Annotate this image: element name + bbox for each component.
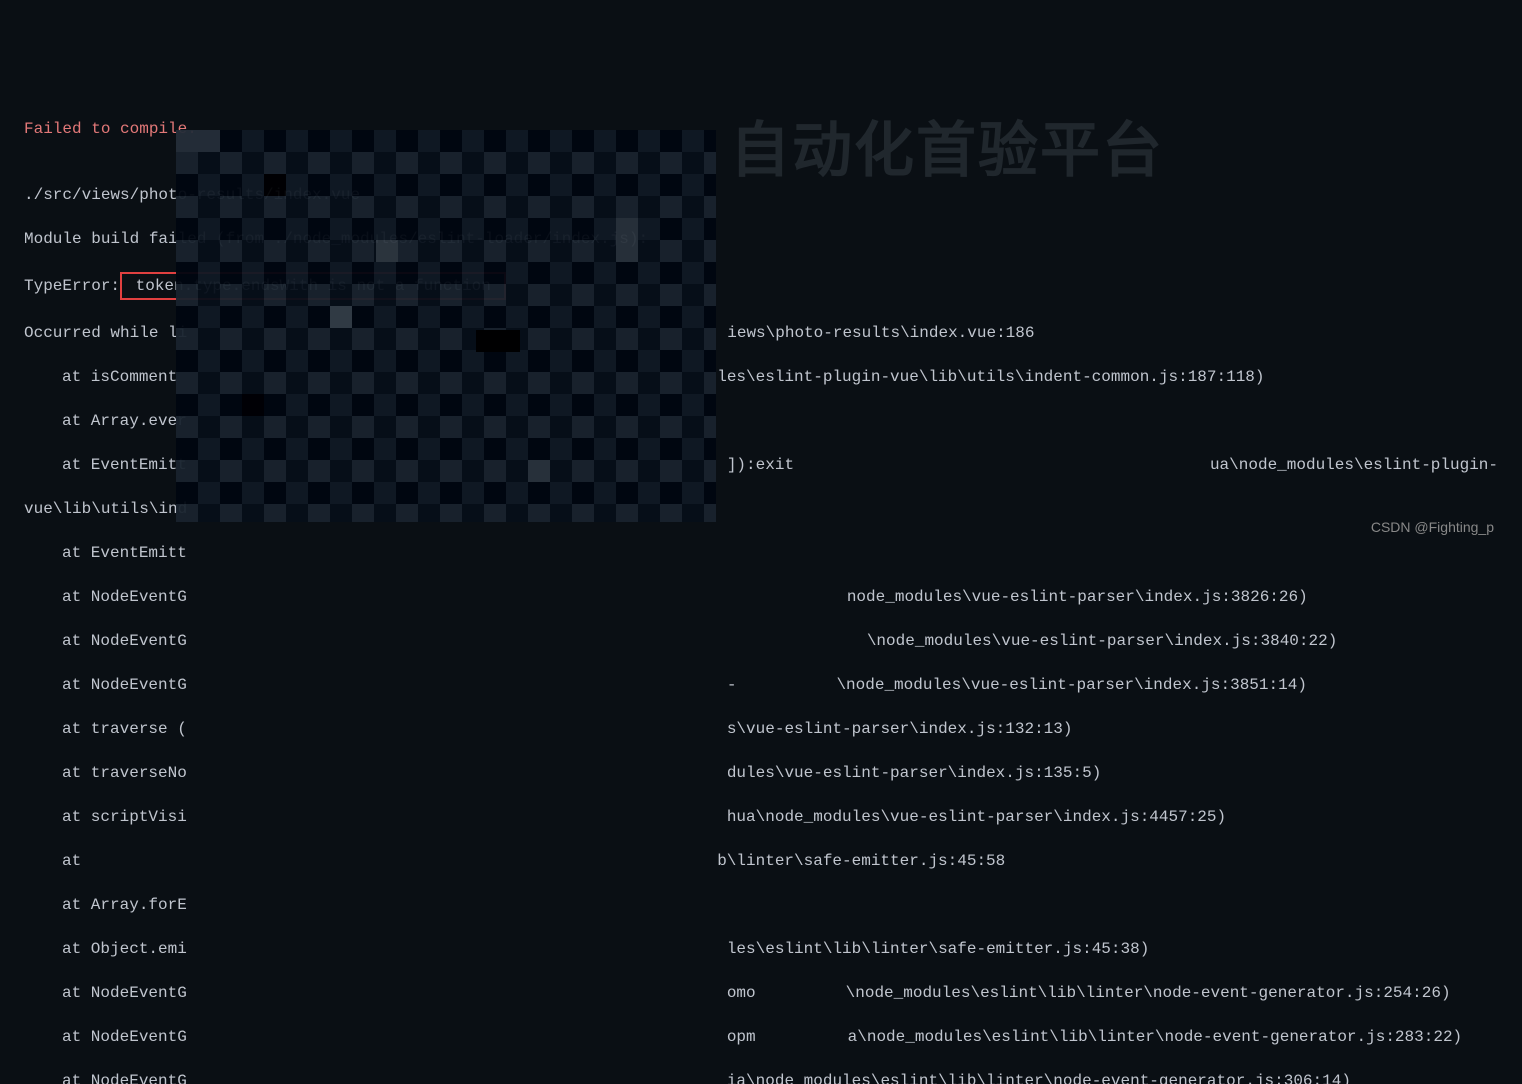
redaction-overlay <box>176 130 716 522</box>
stack-line: at EventEmitt <box>24 542 1522 564</box>
stack-line: at traverse (s\vue-eslint-parser\index.j… <box>24 718 1522 740</box>
stack-line: at traverseNodules\vue-eslint-parser\ind… <box>24 762 1522 784</box>
stack-line: at NodeEventGia\node_modules\eslint\lib\… <box>24 1070 1522 1084</box>
stack-line: at NodeEventG\node_modules\vue-eslint-pa… <box>24 630 1522 652</box>
stack-line: at Array.forE <box>24 894 1522 916</box>
stack-line: at NodeEventG-\node_modules\vue-eslint-p… <box>24 674 1522 696</box>
stack-line: at scriptVisihua\node_modules\vue-eslint… <box>24 806 1522 828</box>
stack-line: atb\linter\safe-emitter.js:45:58 <box>24 850 1522 872</box>
type-error-label: TypeError: <box>24 277 120 295</box>
stack-line: at NodeEventGnode_modules\vue-eslint-par… <box>24 586 1522 608</box>
stack-line: at NodeEventGomo\node_modules\eslint\lib… <box>24 982 1522 1004</box>
stack-line: at Object.emiles\eslint\lib\linter\safe-… <box>24 938 1522 960</box>
stack-line: at NodeEventGopma\node_modules\eslint\li… <box>24 1026 1522 1048</box>
csdn-watermark: CSDN @Fighting_p <box>1371 516 1494 538</box>
